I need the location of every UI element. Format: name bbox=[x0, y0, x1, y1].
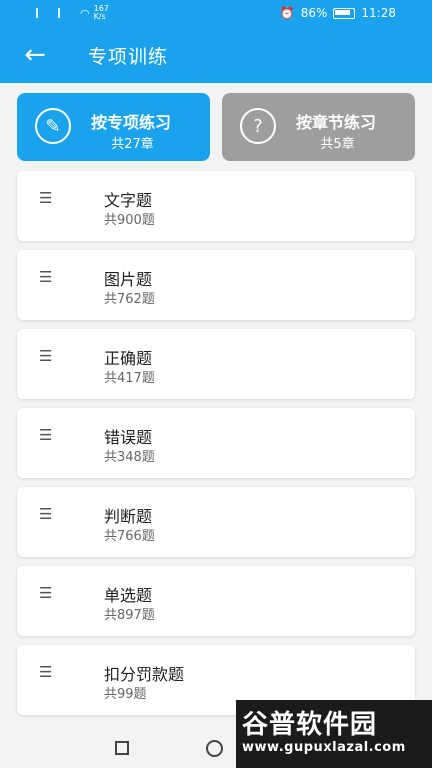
arrow-left-icon: ← bbox=[24, 40, 46, 70]
item-count: 共99题 bbox=[104, 687, 147, 702]
clock: 11:28 bbox=[361, 6, 396, 20]
signal-icon bbox=[58, 8, 76, 18]
item-title: 扣分罚款题 bbox=[104, 665, 185, 684]
battery-icon bbox=[333, 7, 356, 19]
mode-count: 共27章 bbox=[111, 137, 154, 152]
app-bar: ← 专项训练 bbox=[0, 28, 432, 83]
list-item-image[interactable]: ☰ 图片题 共762题 bbox=[17, 250, 415, 320]
question-type-list: ☰ 文字题 共900题 ☰ 图片题 共762题 ☰ 正确题 共417题 ☰ 错误… bbox=[17, 171, 415, 724]
list-icon: ☰ bbox=[39, 189, 53, 207]
wifi-icon: ◠ bbox=[80, 6, 90, 20]
list-item-single-choice[interactable]: ☰ 单选题 共897题 bbox=[17, 566, 415, 636]
home-button[interactable] bbox=[206, 740, 223, 757]
item-count: 共897题 bbox=[104, 608, 155, 623]
page-title: 专项训练 bbox=[88, 46, 169, 68]
item-title: 图片题 bbox=[104, 270, 153, 289]
item-title: 判断题 bbox=[104, 507, 153, 526]
list-icon: ☰ bbox=[39, 663, 53, 681]
item-count: 共417题 bbox=[104, 371, 155, 386]
watermark: 谷普软件园 www.gupuxlazal.com bbox=[236, 700, 432, 768]
net-speed: 167 K/s bbox=[93, 4, 109, 21]
status-right: ⏰ 86% 11:28 bbox=[280, 6, 396, 20]
list-item-wrong[interactable]: ☰ 错误题 共348题 bbox=[17, 408, 415, 478]
list-item-text[interactable]: ☰ 文字题 共900题 bbox=[17, 171, 415, 241]
item-count: 共766题 bbox=[104, 529, 155, 544]
watermark-url: www.gupuxlazal.com bbox=[242, 740, 406, 755]
watermark-title: 谷普软件园 bbox=[242, 710, 378, 740]
item-title: 文字题 bbox=[104, 191, 153, 210]
item-title: 正确题 bbox=[104, 349, 153, 368]
list-icon: ☰ bbox=[39, 347, 53, 365]
list-icon: ☰ bbox=[39, 426, 53, 444]
recent-apps-button[interactable] bbox=[115, 741, 129, 755]
list-icon: ☰ bbox=[39, 584, 53, 602]
list-icon: ☰ bbox=[39, 268, 53, 286]
signal-icon bbox=[36, 8, 54, 18]
item-title: 单选题 bbox=[104, 586, 153, 605]
item-count: 共348题 bbox=[104, 450, 155, 465]
mode-count: 共5章 bbox=[320, 137, 355, 152]
back-button[interactable]: ← bbox=[20, 40, 50, 70]
list-icon: ☰ bbox=[39, 505, 53, 523]
list-item-judgement[interactable]: ☰ 判断题 共766题 bbox=[17, 487, 415, 557]
mode-by-special-button[interactable]: ✎ 按专项练习 共27章 bbox=[17, 93, 210, 161]
status-signal-area: ◠ 167 K/s bbox=[36, 5, 109, 21]
status-bar: ◠ 167 K/s ⏰ 86% 11:28 bbox=[0, 0, 432, 28]
item-count: 共900题 bbox=[104, 213, 155, 228]
battery-percent: 86% bbox=[300, 6, 328, 20]
alarm-icon: ⏰ bbox=[279, 6, 295, 20]
mode-by-chapter-button[interactable]: ? 按章节练习 共5章 bbox=[222, 93, 415, 161]
mode-label: 按专项练习 bbox=[91, 113, 172, 132]
list-item-correct[interactable]: ☰ 正确题 共417题 bbox=[17, 329, 415, 399]
mode-label: 按章节练习 bbox=[296, 113, 377, 132]
item-title: 错误题 bbox=[104, 428, 153, 447]
item-count: 共762题 bbox=[104, 292, 155, 307]
